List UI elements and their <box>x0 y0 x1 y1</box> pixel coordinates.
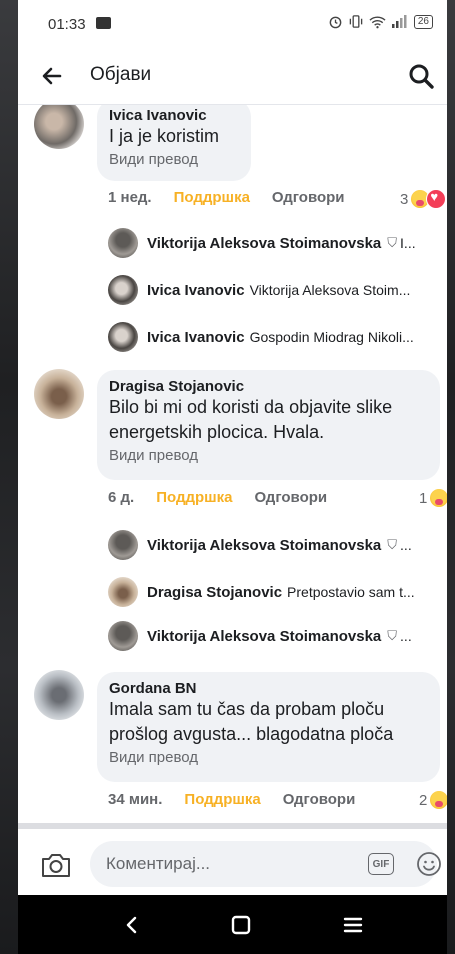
chevron-left-icon[interactable] <box>118 911 146 939</box>
reply-author: Viktorija Aleksova Stoimanovska <box>147 536 382 554</box>
avatar <box>108 228 138 258</box>
comment-composer: GIF <box>18 829 447 895</box>
avatar[interactable] <box>34 105 84 149</box>
reply-item[interactable]: Ivica Ivanovic Gospodin Miodrag Nikoli..… <box>108 322 447 352</box>
shield-icon: ⛉ <box>387 235 398 250</box>
reply-button[interactable]: Одговори <box>255 489 328 506</box>
reply-button[interactable]: Одговори <box>272 189 345 206</box>
status-icons: 26 <box>328 14 433 29</box>
reaction-number: 1 <box>419 489 428 507</box>
reply-author: Viktorija Aleksova Stoimanovska <box>147 627 382 645</box>
vibrate-icon <box>349 15 363 28</box>
comments-list: Ivica Ivanovic I ja je koristim Види пре… <box>18 105 447 823</box>
search-icon[interactable] <box>407 62 435 90</box>
like-button[interactable]: Поддршка <box>184 791 260 808</box>
see-translation-link[interactable]: Види превод <box>109 447 428 464</box>
comment-bubble: Dragisa Stojanovic Bilo bi mi od koristi… <box>97 370 440 480</box>
reply-snippet: ... <box>400 537 412 553</box>
wifi-icon <box>369 16 386 28</box>
like-button[interactable]: Поддршка <box>156 489 232 506</box>
reply-item[interactable]: Viktorija Aleksova Stoimanovska ⛉ ... <box>108 621 447 651</box>
status-time: 01:33 <box>48 16 86 33</box>
like-button[interactable]: Поддршка <box>174 189 250 206</box>
reply-snippet: Viktorija Aleksova Stoim... <box>249 282 411 298</box>
reply-snippet: Gospodin Miodrag Nikoli... <box>249 329 414 345</box>
reaction-count[interactable]: 2 <box>419 791 447 809</box>
reply-item[interactable]: Ivica Ivanovic Viktorija Aleksova Stoim.… <box>108 275 447 305</box>
smile-icon[interactable] <box>416 851 442 877</box>
camera-icon[interactable] <box>40 851 72 879</box>
reply-snippet: I... <box>400 235 416 251</box>
reply-button[interactable]: Одговори <box>283 791 356 808</box>
signal-icon <box>391 15 407 28</box>
comment-text: Imala sam tu čas da probam ploču <box>109 699 385 719</box>
comment-text: energetskih plocica. Hvala. <box>109 422 325 442</box>
reply-snippet: Pretpostavio sam t... <box>287 584 415 600</box>
reply-author: Viktorija Aleksova Stoimanovska <box>147 234 382 252</box>
comment-bubble: Ivica Ivanovic I ja je koristim Види пре… <box>97 105 251 181</box>
comment-author[interactable]: Gordana BN <box>109 680 428 697</box>
see-translation-link[interactable]: Види превод <box>109 749 428 766</box>
reply-author: Ivica Ivanovic <box>147 281 245 299</box>
home-square-icon[interactable] <box>228 912 254 938</box>
avatar <box>108 530 138 560</box>
see-translation-link[interactable]: Види превод <box>109 151 239 168</box>
comment-author[interactable]: Dragisa Stojanovic <box>109 378 428 395</box>
system-navigation-bar <box>18 895 447 954</box>
background-frame-right <box>447 0 455 954</box>
comment-text: I ja je koristim <box>109 126 220 146</box>
phone-screen: 01:33 26 Објави Ivica Ivanovic I ja je k… <box>18 0 447 954</box>
reply-author: Ivica Ivanovic <box>147 328 245 346</box>
background-frame-left <box>0 0 18 954</box>
reaction-count[interactable]: 1 <box>419 489 447 507</box>
shield-icon: ⛉ <box>387 537 398 552</box>
comment-text: prošlog avgusta... blagodatna ploča <box>109 724 394 744</box>
reply-author: Dragisa Stojanovic <box>147 583 283 601</box>
gif-icon[interactable]: GIF <box>368 853 394 875</box>
status-bar: 01:33 26 <box>18 0 447 50</box>
alarm-icon <box>329 16 342 29</box>
avatar <box>108 275 138 305</box>
comment-time: 34 мин. <box>108 791 163 808</box>
reply-snippet: ... <box>400 628 412 644</box>
comment-bubble: Gordana BN Imala sam tu čas da probam pl… <box>97 672 440 782</box>
comment-actions: 34 мин. Поддршка Одговори <box>108 791 355 808</box>
avatar <box>108 577 138 607</box>
avatar <box>108 621 138 651</box>
avatar <box>108 322 138 352</box>
shield-icon: ⛉ <box>387 628 398 643</box>
comment-actions: 6 д. Поддршка Одговори <box>108 489 327 506</box>
comment-author[interactable]: Ivica Ivanovic <box>109 107 239 124</box>
avatar[interactable] <box>34 369 84 419</box>
reply-item[interactable]: Viktorija Aleksova Stoimanovska ⛉ ... <box>108 530 447 560</box>
comment-actions: 1 нед. Поддршка Одговори <box>108 189 345 206</box>
reply-item[interactable]: Viktorija Aleksova Stoimanovska ⛉ I... <box>108 228 447 258</box>
reaction-number: 2 <box>419 791 428 809</box>
app-bar: Објави <box>18 50 447 105</box>
care-reaction-icon <box>430 489 447 507</box>
battery-level: 26 <box>413 14 433 29</box>
avatar[interactable] <box>34 670 84 720</box>
reply-item[interactable]: Dragisa Stojanovic Pretpostavio sam t... <box>108 577 447 607</box>
reaction-number: 3 <box>400 190 409 208</box>
page-title: Објави <box>90 64 152 85</box>
reaction-count[interactable]: 3 <box>400 189 447 209</box>
care-reaction-icon <box>430 791 447 809</box>
comment-time: 1 нед. <box>108 189 152 206</box>
comment-text: Bilo bi mi od koristi da objavite slike <box>109 397 393 417</box>
heart-reaction-icon <box>426 189 447 209</box>
message-notification-icon <box>96 17 111 29</box>
menu-lines-icon[interactable] <box>340 912 366 938</box>
arrow-left-icon[interactable] <box>40 64 64 88</box>
comment-time: 6 д. <box>108 489 135 506</box>
